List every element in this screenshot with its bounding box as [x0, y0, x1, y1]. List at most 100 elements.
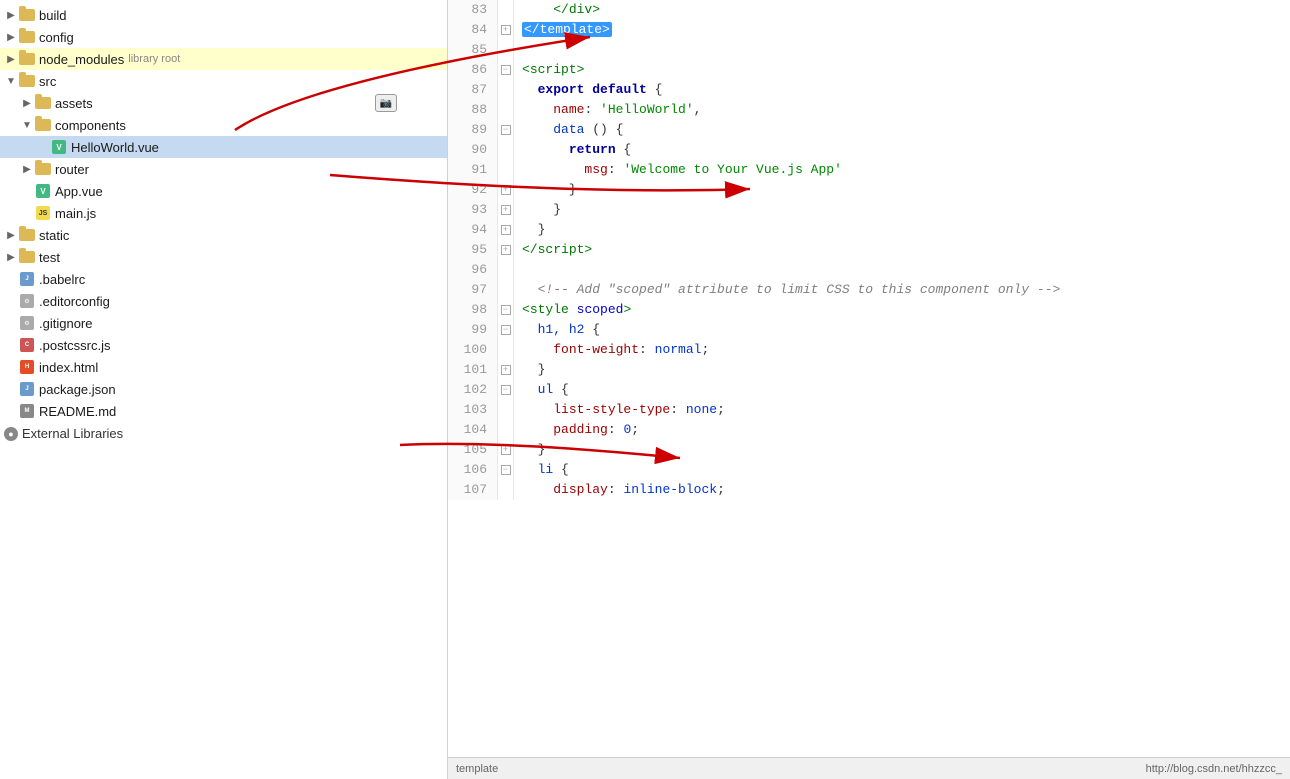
fold-gutter[interactable]: [498, 420, 514, 440]
json-icon-babelrc: J: [18, 271, 36, 287]
fold-gutter[interactable]: [498, 260, 514, 280]
fold-button[interactable]: −: [501, 325, 511, 335]
fold-button[interactable]: +: [501, 225, 511, 235]
fold-gutter[interactable]: +: [498, 180, 514, 200]
token: >: [592, 2, 600, 17]
label-gitignore: .gitignore: [39, 316, 92, 331]
token: return: [569, 142, 616, 157]
fold-gutter[interactable]: +: [498, 240, 514, 260]
fold-button[interactable]: +: [501, 445, 511, 455]
folder-icon-config: [18, 29, 36, 45]
tree-item-node-modules[interactable]: node_modules library root: [0, 48, 447, 70]
fold-gutter[interactable]: −: [498, 460, 514, 480]
fold-gutter[interactable]: +: [498, 220, 514, 240]
code-area: 83 </div>84+</template>8586−<script>87 e…: [448, 0, 1290, 500]
code-content: name: 'HelloWorld',: [514, 100, 1290, 120]
arrow-static: [4, 228, 18, 242]
tree-item-src[interactable]: src: [0, 70, 447, 92]
tree-item-config[interactable]: config: [0, 26, 447, 48]
line-number: 83: [448, 0, 498, 20]
fold-gutter[interactable]: +: [498, 200, 514, 220]
code-content: <style scoped>: [514, 300, 1290, 320]
code-content: }: [514, 200, 1290, 220]
line-number: 97: [448, 280, 498, 300]
tree-item-build[interactable]: build: [0, 4, 447, 26]
tree-item-router[interactable]: router: [0, 158, 447, 180]
line-number: 99: [448, 320, 498, 340]
tree-item-packagejson[interactable]: J package.json: [0, 378, 447, 400]
fold-gutter[interactable]: +: [498, 440, 514, 460]
fold-button[interactable]: −: [501, 385, 511, 395]
line-number: 105: [448, 440, 498, 460]
code-content: <!-- Add "scoped" attribute to limit CSS…: [514, 280, 1290, 300]
fold-gutter[interactable]: [498, 160, 514, 180]
token: :: [639, 342, 655, 357]
fold-button[interactable]: −: [501, 465, 511, 475]
file-tree[interactable]: build config node_modules library root s…: [0, 0, 448, 779]
tree-item-static[interactable]: static: [0, 224, 447, 246]
external-libraries[interactable]: ● External Libraries: [0, 422, 447, 445]
fold-gutter[interactable]: [498, 0, 514, 20]
arrow-packagejson: [4, 382, 18, 396]
code-content: display: inline-block;: [514, 480, 1290, 500]
tree-item-babelrc[interactable]: J .babelrc: [0, 268, 447, 290]
code-line-89: 89− data () {: [448, 120, 1290, 140]
fold-gutter[interactable]: [498, 40, 514, 60]
label-helloworld: HelloWorld.vue: [71, 140, 159, 155]
line-number: 89: [448, 120, 498, 140]
tree-item-postcssrc[interactable]: C .postcssrc.js: [0, 334, 447, 356]
arrow-router: [20, 162, 34, 176]
tree-item-indexhtml[interactable]: H index.html: [0, 356, 447, 378]
fold-gutter[interactable]: [498, 480, 514, 500]
line-number: 103: [448, 400, 498, 420]
arrow-components: [20, 118, 34, 132]
code-content: }: [514, 440, 1290, 460]
fold-gutter[interactable]: [498, 280, 514, 300]
token: style: [530, 302, 569, 317]
fold-gutter[interactable]: [498, 80, 514, 100]
token: }: [522, 362, 545, 377]
fold-button[interactable]: +: [501, 245, 511, 255]
fold-button[interactable]: +: [501, 185, 511, 195]
line-number: 94: [448, 220, 498, 240]
fold-button[interactable]: −: [501, 125, 511, 135]
token: <: [522, 62, 530, 77]
tree-item-editorconfig[interactable]: ⚙ .editorconfig: [0, 290, 447, 312]
tree-item-test[interactable]: test: [0, 246, 447, 268]
token: }: [522, 202, 561, 217]
tree-item-appvue[interactable]: V App.vue: [0, 180, 447, 202]
tree-item-components[interactable]: components: [0, 114, 447, 136]
fold-gutter[interactable]: [498, 100, 514, 120]
tree-item-assets[interactable]: assets 📷: [0, 92, 447, 114]
code-line-83: 83 </div>: [448, 0, 1290, 20]
fold-button[interactable]: −: [501, 305, 511, 315]
fold-gutter[interactable]: +: [498, 360, 514, 380]
fold-gutter[interactable]: [498, 400, 514, 420]
tree-item-helloworld[interactable]: V HelloWorld.vue: [0, 136, 447, 158]
code-content: <script>: [514, 60, 1290, 80]
token: {: [584, 322, 600, 337]
fold-gutter[interactable]: −: [498, 380, 514, 400]
token: none: [686, 402, 717, 417]
fold-button[interactable]: +: [501, 205, 511, 215]
fold-gutter[interactable]: +: [498, 20, 514, 40]
fold-button[interactable]: +: [501, 25, 511, 35]
label-packagejson: package.json: [39, 382, 116, 397]
fold-gutter[interactable]: [498, 140, 514, 160]
fold-button[interactable]: −: [501, 65, 511, 75]
token: </template>: [522, 22, 612, 37]
fold-gutter[interactable]: −: [498, 300, 514, 320]
token: }: [522, 182, 577, 197]
fold-gutter[interactable]: −: [498, 60, 514, 80]
fold-gutter[interactable]: −: [498, 120, 514, 140]
code-content: [514, 40, 1290, 60]
tree-item-gitignore[interactable]: ⚙ .gitignore: [0, 312, 447, 334]
fold-button[interactable]: +: [501, 365, 511, 375]
arrow-test: [4, 250, 18, 264]
config-icon-editorconfig: ⚙: [18, 293, 36, 309]
fold-gutter[interactable]: −: [498, 320, 514, 340]
tree-item-mainjs[interactable]: JS main.js: [0, 202, 447, 224]
tree-item-readme[interactable]: M README.md: [0, 400, 447, 422]
fold-gutter[interactable]: [498, 340, 514, 360]
ext-lib-icon: ●: [4, 427, 18, 441]
